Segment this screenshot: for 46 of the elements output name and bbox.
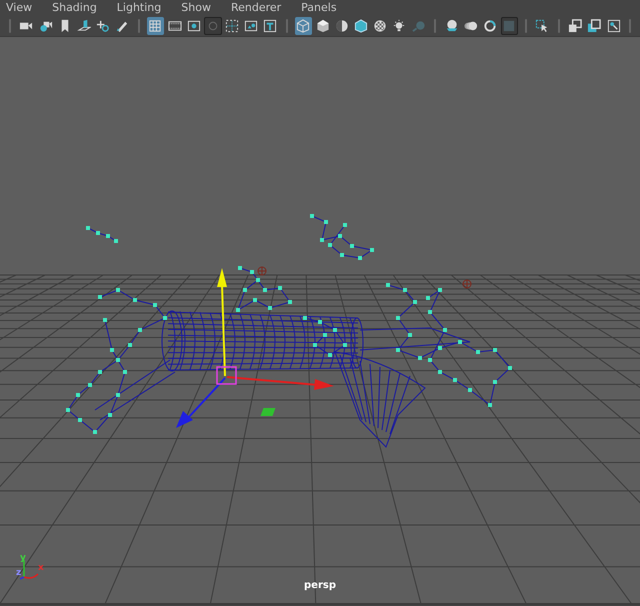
grid-button[interactable] xyxy=(146,16,164,34)
shaded-cube-icon xyxy=(316,18,330,32)
light-bulb-icon xyxy=(392,18,406,32)
viewport[interactable]: y x z persp xyxy=(0,37,640,605)
camera-name-label: persp xyxy=(304,580,336,591)
move-camera-icon xyxy=(96,18,110,32)
vertex-cluster-drawing xyxy=(310,214,374,260)
axis-label: x xyxy=(38,564,44,573)
overlapping-windows-button[interactable] xyxy=(566,16,584,34)
layered-sphere-icon xyxy=(444,18,459,32)
menu-item[interactable]: Show xyxy=(181,0,211,15)
menu-item[interactable]: Shading xyxy=(52,0,97,15)
square-icon xyxy=(502,18,516,32)
window-overlay-icon xyxy=(587,18,602,32)
half-shaded-sphere-icon xyxy=(334,18,349,32)
text-icon xyxy=(263,18,278,32)
vertex-cluster-drawing xyxy=(303,316,347,357)
marquee-cursor-icon xyxy=(535,18,550,32)
crosshair-icon xyxy=(462,280,472,288)
textured-cube-icon xyxy=(354,18,368,32)
axis-label: z xyxy=(16,569,22,578)
menu-item[interactable]: View xyxy=(6,0,32,15)
overlapping-windows-icon xyxy=(568,18,582,32)
menu-item[interactable]: Renderer xyxy=(230,0,282,15)
menu-item[interactable]: Lighting xyxy=(116,0,162,15)
vertex-cluster-drawing xyxy=(236,266,292,312)
wireframe-cube-icon xyxy=(296,18,310,32)
resolution-gate-icon xyxy=(186,18,201,32)
gate-mask-button[interactable] xyxy=(204,16,222,34)
move-manipulator[interactable] xyxy=(176,268,334,428)
axis-gizmo-drawing xyxy=(20,560,38,580)
window-overlay-button[interactable] xyxy=(586,16,603,34)
ring-icon xyxy=(482,18,497,32)
grid-icon xyxy=(148,18,162,32)
image-plane-icon xyxy=(76,18,91,32)
image-window-icon xyxy=(606,18,621,32)
vertex-cluster-drawing xyxy=(86,226,118,243)
crosshair-icon xyxy=(258,266,266,276)
menu-item[interactable]: Panels xyxy=(301,0,337,15)
safe-area-icon xyxy=(244,18,258,32)
checker-icon xyxy=(373,18,388,32)
textured-cube-button[interactable] xyxy=(352,16,370,34)
film-gate-icon xyxy=(168,18,182,32)
axis-label: y xyxy=(20,554,26,563)
wireframe-cube-button[interactable] xyxy=(294,16,312,34)
field-chart-icon xyxy=(225,18,240,32)
